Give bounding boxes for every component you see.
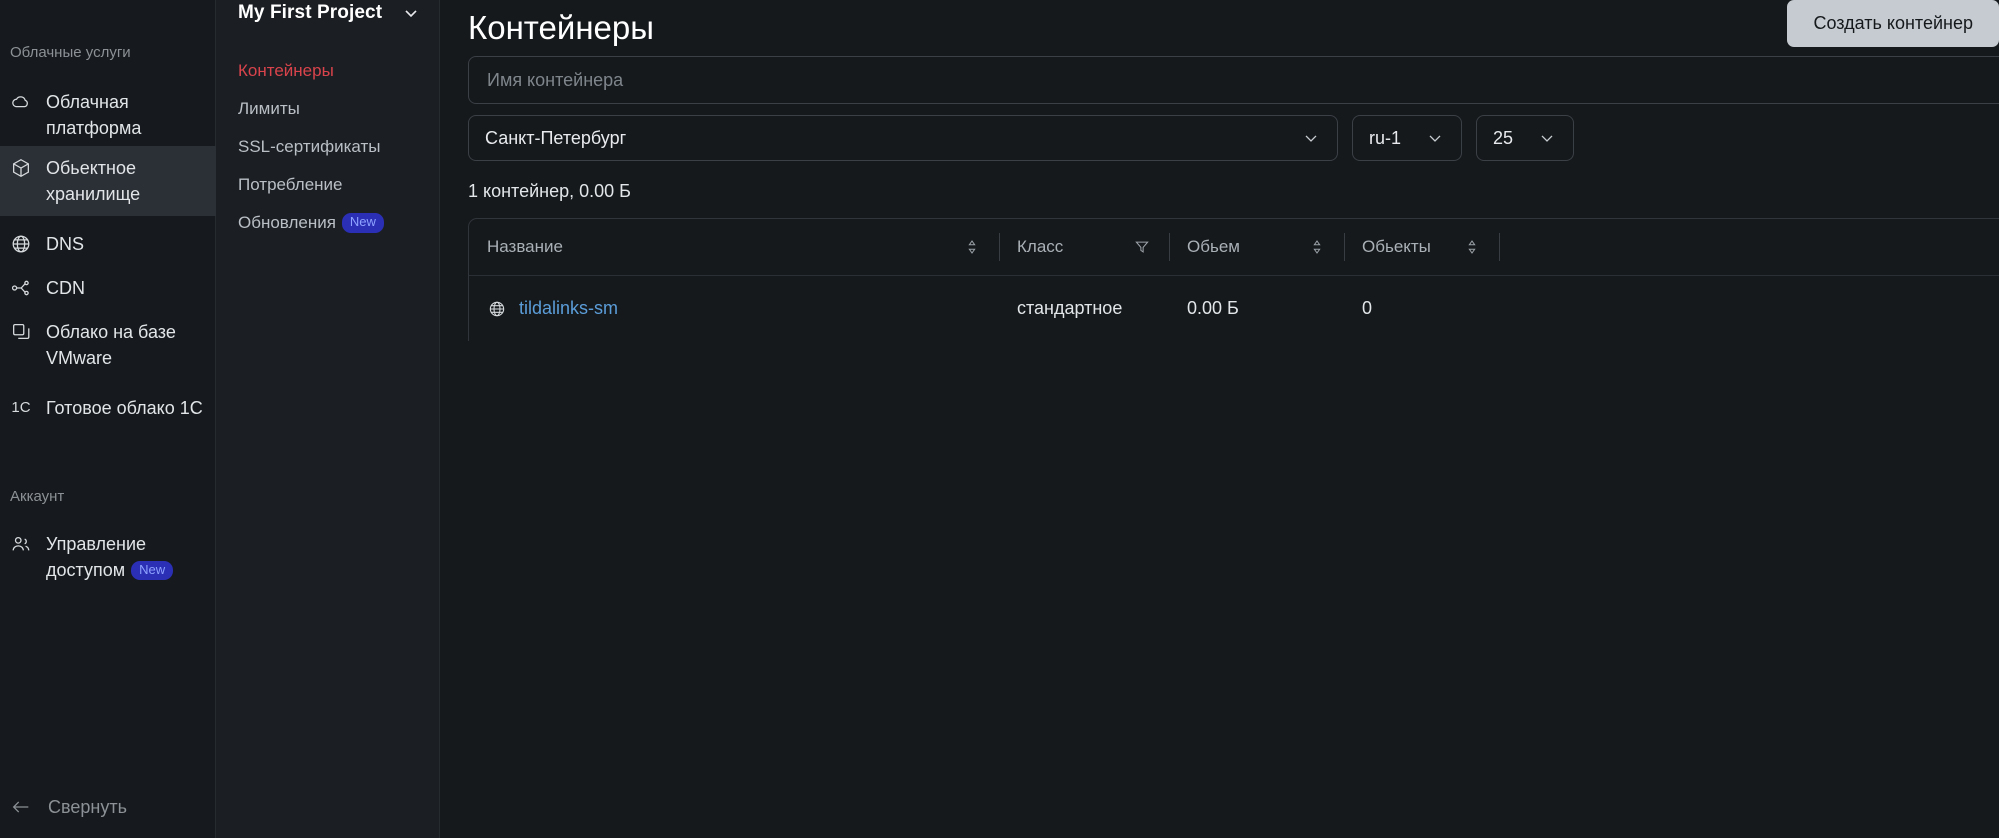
main-content: Контейнеры Создать контейнер Санкт-Петер… [440, 0, 1999, 838]
cell-name: tildalinks-sm [469, 298, 999, 319]
filter-icon[interactable] [1133, 238, 1151, 256]
sidebar-item-badge: New [131, 561, 174, 581]
one-c-icon: 1C [11, 399, 31, 417]
chevron-down-icon [1537, 128, 1557, 148]
project-menu-item-updates[interactable]: Обновления New [216, 204, 439, 242]
sidebar-item-cdn[interactable]: CDN [0, 266, 216, 310]
column-label: Класс [1017, 237, 1064, 256]
project-name: My First Project [238, 2, 383, 23]
sidebar-collapse-button[interactable]: Свернуть [0, 788, 216, 826]
cell-volume: 0.00 Б [1187, 298, 1239, 318]
chevron-down-icon [1301, 128, 1321, 148]
project-nav: My First Project Контейнеры Лимиты SSL-с… [216, 0, 440, 838]
project-menu-label: Лимиты [238, 99, 300, 118]
project-menu-badge: New [341, 213, 384, 233]
sidebar-item-vmware-cloud[interactable]: Облако на базе VMware [0, 310, 216, 380]
page-size-value: 25 [1493, 127, 1514, 148]
project-menu: Контейнеры Лимиты SSL-сертификаты Потреб… [216, 52, 439, 242]
sidebar-item-ready-cloud-1c[interactable]: 1C Готовое облако 1С [0, 386, 216, 430]
cell-objects: 0 [1362, 298, 1373, 318]
sidebar-item-label: Готовое облако 1С [46, 398, 203, 418]
pool-select-value: ru-1 [1369, 127, 1402, 148]
copy-icon [10, 321, 32, 343]
sidebar-section-account: Аккаунт [10, 488, 65, 505]
users-icon [10, 533, 32, 555]
region-select-value: Санкт-Петербург [485, 127, 627, 148]
page-size-select[interactable]: 25 [1476, 115, 1574, 161]
cell-actions [1499, 298, 1999, 320]
search-input[interactable] [468, 56, 1999, 104]
project-menu-item-limits[interactable]: Лимиты [216, 90, 439, 128]
sidebar-item-access-management[interactable]: Управление доступом New [0, 522, 216, 592]
sidebar-item-label: CDN [46, 278, 85, 298]
sidebar-item-label: DNS [46, 234, 85, 254]
sidebar-section-cloud-services: Облачные услуги [10, 44, 131, 61]
project-menu-label: Обновления [238, 213, 336, 232]
column-label: Обьекты [1362, 237, 1431, 256]
sort-icon[interactable] [963, 238, 981, 256]
containers-table: Название Класс Обьем Обьекты tildalinks-… [468, 218, 1999, 341]
table-row[interactable]: tildalinks-sm стандартное 0.00 Б 0 [469, 275, 1999, 341]
filter-bar: Санкт-Петербург ru-1 [440, 56, 1999, 161]
sidebar-item-label: Обьектное хранилище [46, 158, 141, 205]
globe-icon [10, 233, 32, 255]
sidebar-item-object-storage[interactable]: Обьектное хранилище [0, 146, 216, 217]
column-header-class: Класс [999, 219, 1169, 275]
column-label: Название [487, 237, 563, 256]
page-title: Контейнеры [468, 9, 654, 46]
chevron-down-icon [1425, 128, 1445, 148]
column-header-actions [1499, 219, 1999, 275]
project-menu-label: SSL-сертификаты [238, 137, 381, 156]
select-row: Санкт-Петербург ru-1 25 [468, 115, 1999, 161]
container-name-link[interactable]: tildalinks-sm [519, 298, 618, 319]
cloud-icon [10, 91, 32, 113]
sidebar-item-label: Облако на базе VMware [46, 322, 176, 369]
column-label: Обьем [1187, 237, 1240, 256]
project-menu-item-ssl-certificates[interactable]: SSL-сертификаты [216, 128, 439, 166]
column-header-name: Название [469, 219, 999, 275]
project-switcher[interactable]: My First Project [216, 0, 439, 26]
primary-sidebar: Облачные услуги Облачная платформа Обьек… [0, 0, 216, 838]
project-menu-item-consumption[interactable]: Потребление [216, 166, 439, 204]
sidebar-item-dns[interactable]: DNS [0, 222, 216, 266]
sort-icon[interactable] [1463, 238, 1481, 256]
pool-select[interactable]: ru-1 [1352, 115, 1462, 161]
project-menu-label: Контейнеры [238, 61, 334, 80]
column-header-objects: Обьекты [1344, 219, 1499, 275]
project-menu-item-containers[interactable]: Контейнеры [216, 52, 439, 90]
chevron-down-icon [401, 3, 421, 23]
sidebar-item-label: Облачная платформа [46, 92, 142, 139]
search-field-wrapper [468, 56, 1999, 104]
column-header-volume: Обьем [1169, 219, 1344, 275]
page-header: Контейнеры Создать контейнер [440, 0, 1999, 56]
app-root: Облачные услуги Облачная платформа Обьек… [0, 0, 1999, 838]
sort-icon[interactable] [1308, 238, 1326, 256]
cube-icon [10, 157, 32, 179]
table-header-row: Название Класс Обьем Обьекты [469, 219, 1999, 275]
sidebar-item-cloud-platform[interactable]: Облачная платформа [0, 80, 216, 150]
share-nodes-icon [10, 277, 32, 299]
arrow-left-icon [10, 796, 32, 818]
project-menu-label: Потребление [238, 175, 343, 194]
cell-class: стандартное [1017, 298, 1123, 318]
region-select[interactable]: Санкт-Петербург [468, 115, 1338, 161]
create-container-button[interactable]: Создать контейнер [1787, 0, 1999, 47]
globe-icon [487, 299, 507, 319]
sidebar-collapse-label: Свернуть [48, 796, 127, 817]
containers-summary: 1 контейнер, 0.00 Б [468, 181, 631, 201]
